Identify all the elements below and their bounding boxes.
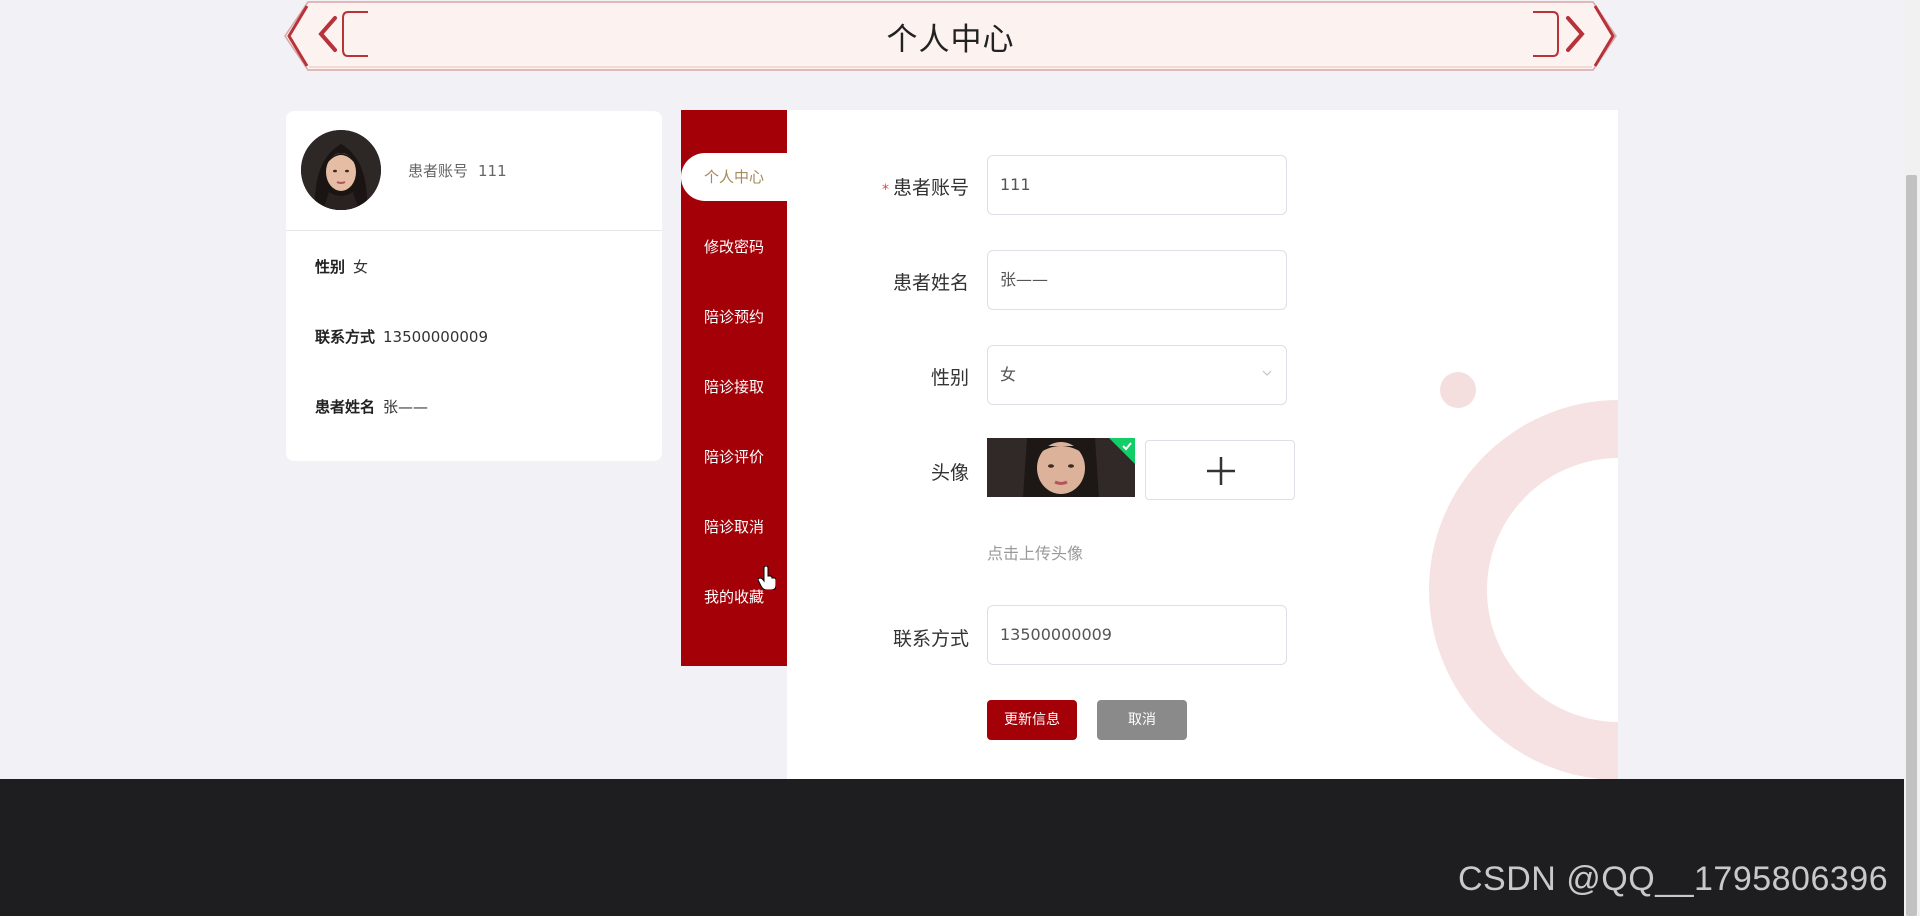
profile-header: 患者账号 111 (286, 111, 662, 231)
menu-item-escort-booking[interactable]: 陪诊预约 (681, 293, 787, 341)
profile-gender-label: 性别 (315, 258, 346, 276)
profile-phone-value: 13500000009 (383, 328, 488, 346)
account-input[interactable]: 111 (987, 155, 1287, 215)
profile-account-label: 患者账号 (408, 162, 469, 180)
plus-icon (1207, 457, 1235, 485)
account-label-text: 患者账号 (892, 177, 969, 199)
required-mark: * (881, 182, 889, 198)
profile-card: 患者账号 111 性别女 联系方式 13500000009 患者姓名 张—— (286, 111, 662, 461)
profile-phone-label: 联系方式 (315, 328, 376, 346)
phone-label: 联系方式 (892, 628, 969, 650)
profile-form: * 患者账号 111 患者姓名 张—— 性别 女 头像 点击上传头像 联系方式 1… (787, 110, 1618, 779)
cancel-button[interactable]: 取消 (1097, 700, 1187, 740)
gender-label: 性别 (930, 367, 969, 389)
check-icon (1122, 442, 1132, 451)
scrollbar-thumb[interactable] (1906, 175, 1917, 916)
gender-select-value: 女 (1000, 365, 1017, 384)
profile-gender: 性别女 (315, 256, 368, 277)
upload-button[interactable] (1145, 440, 1295, 500)
update-button[interactable]: 更新信息 (987, 700, 1077, 740)
profile-name: 患者姓名 张—— (315, 396, 428, 417)
watermark: CSDN @QQ__1795806396 (1458, 860, 1889, 898)
name-label: 患者姓名 (892, 272, 969, 294)
upload-hint: 点击上传头像 (987, 544, 1084, 563)
chevron-down-icon (1262, 370, 1272, 376)
profile-phone: 联系方式 13500000009 (315, 326, 488, 347)
decorative-dot (1440, 372, 1476, 408)
menu-item-escort-cancel[interactable]: 陪诊取消 (681, 503, 787, 551)
hand-cursor-icon (758, 566, 776, 590)
avatar-label: 头像 (930, 462, 969, 484)
page-title: 个人中心 (886, 22, 1015, 58)
decorative-ring (1429, 400, 1618, 779)
phone-input[interactable]: 13500000009 (987, 605, 1287, 665)
avatar-preview[interactable] (987, 438, 1135, 497)
gender-select[interactable]: 女 (987, 345, 1287, 405)
profile-account: 患者账号 111 (408, 160, 507, 181)
account-label: * 患者账号 (849, 173, 969, 200)
menu-item-escort-review[interactable]: 陪诊评价 (681, 433, 787, 481)
profile-gender-value: 女 (353, 258, 369, 276)
upload-success-badge (1109, 438, 1135, 464)
profile-name-value: 张—— (383, 398, 429, 416)
menu-item-change-password[interactable]: 修改密码 (681, 223, 787, 271)
avatar (301, 130, 381, 210)
profile-account-value: 111 (478, 162, 507, 180)
menu-item-escort-pickup[interactable]: 陪诊接取 (681, 363, 787, 411)
page-banner: 个人中心 (283, 0, 1618, 72)
name-input[interactable]: 张—— (987, 250, 1287, 310)
menu-item-personal-center[interactable]: 个人中心 (681, 153, 787, 201)
profile-name-label: 患者姓名 (315, 398, 376, 416)
